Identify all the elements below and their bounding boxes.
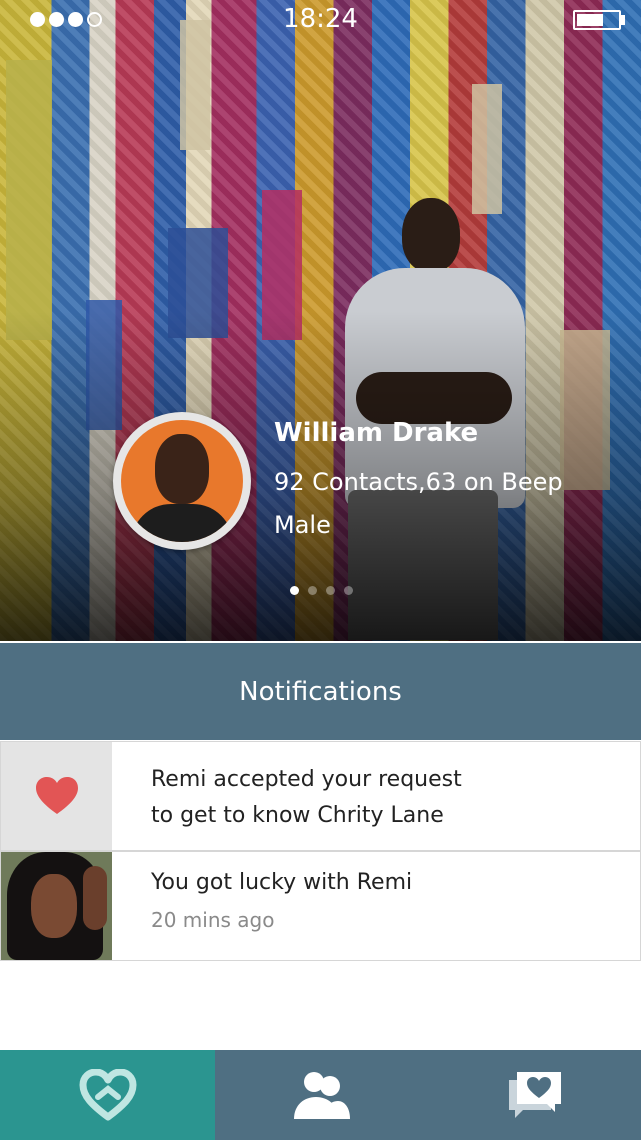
battery-icon xyxy=(573,10,621,30)
fabric-panel xyxy=(6,60,52,340)
notification-avatar xyxy=(1,852,112,960)
notification-thumb xyxy=(1,742,112,850)
contacts-icon xyxy=(293,1072,350,1119)
tab-bar xyxy=(0,1050,641,1140)
tab-matches[interactable] xyxy=(0,1050,215,1140)
carousel-dot[interactable] xyxy=(326,586,335,595)
carousel-dot[interactable] xyxy=(308,586,317,595)
message-heart-icon xyxy=(508,1072,561,1118)
carousel-dot[interactable] xyxy=(290,586,299,595)
profile-contacts: 92 Contacts,63 on Beep xyxy=(274,468,563,496)
notification-time: 20 mins ago xyxy=(151,908,275,932)
carousel-dots[interactable] xyxy=(290,586,353,595)
status-bar: 18:24 xyxy=(0,0,641,40)
carousel-dot[interactable] xyxy=(344,586,353,595)
notification-line: to get to know Chrity Lane xyxy=(151,803,444,828)
status-time: 18:24 xyxy=(283,4,358,34)
heart-icon xyxy=(35,777,78,814)
tab-contacts[interactable] xyxy=(215,1050,428,1140)
person-head xyxy=(402,198,460,272)
notification-text: Remi accepted your request to get to kno… xyxy=(151,762,462,834)
heart-outline-icon xyxy=(79,1069,136,1121)
profile-gender: Male xyxy=(274,511,331,539)
tab-messages[interactable] xyxy=(428,1050,641,1140)
notification-title: You got lucky with Remi xyxy=(151,870,413,895)
list-item[interactable]: Remi accepted your request to get to kno… xyxy=(0,741,641,851)
notifications-header: Notifications xyxy=(0,643,641,740)
notification-line: Remi accepted your request xyxy=(151,767,462,792)
battery-tip xyxy=(621,15,625,25)
list-item[interactable]: You got lucky with Remi 20 mins ago xyxy=(0,851,641,961)
profile-hero xyxy=(0,0,641,641)
fabric-panel xyxy=(472,84,502,214)
avatar[interactable] xyxy=(121,420,243,542)
profile-name: William Drake xyxy=(274,418,479,448)
